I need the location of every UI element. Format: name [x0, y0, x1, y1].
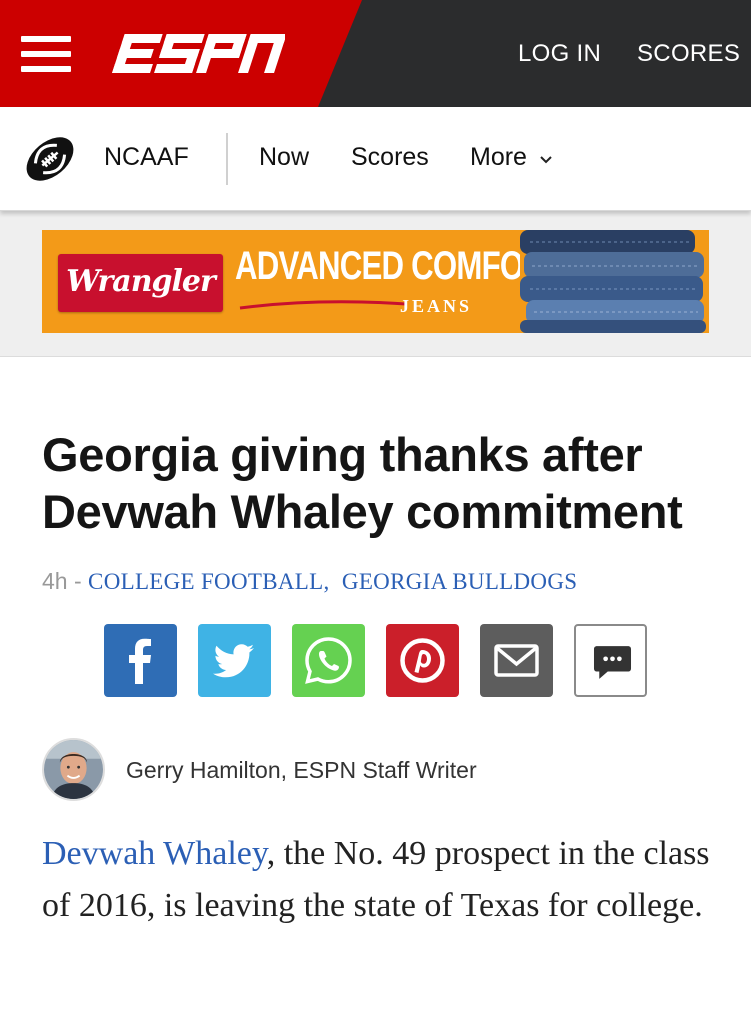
article-timestamp: 4h — [42, 568, 68, 594]
tag-college-football[interactable]: COLLEGE FOOTBALL, — [88, 569, 329, 594]
comment-icon — [593, 646, 632, 679]
jeans-stack-image — [520, 230, 709, 333]
email-share-button[interactable] — [480, 624, 553, 697]
facebook-icon — [129, 638, 151, 684]
wrangler-logo: Wrangler — [58, 254, 223, 312]
twitter-icon — [213, 644, 254, 678]
top-header: LOG IN SCORES — [0, 0, 751, 107]
subnav-now[interactable]: Now — [259, 143, 309, 172]
wrangler-ad-banner[interactable]: Wrangler ADVANCED COMFORT™ JEANS — [42, 230, 709, 333]
chevron-down-icon[interactable] — [539, 155, 553, 165]
login-link[interactable]: LOG IN — [518, 40, 601, 68]
twitter-share-button[interactable] — [198, 624, 271, 697]
sport-subnav: NCAAF Now Scores More — [0, 107, 751, 211]
meta-separator: - — [73, 568, 82, 594]
facebook-share-button[interactable] — [104, 624, 177, 697]
pinterest-share-button[interactable] — [386, 624, 459, 697]
hamburger-menu-icon[interactable] — [21, 36, 71, 72]
ad-subline: JEANS — [400, 296, 473, 316]
article-body: Devwah Whaley, the No. 49 prospect in th… — [42, 828, 722, 932]
football-icon[interactable] — [22, 131, 78, 187]
player-link[interactable]: Devwah Whaley — [42, 835, 267, 872]
scores-link[interactable]: SCORES — [637, 40, 740, 68]
subnav-more[interactable]: More — [470, 143, 527, 172]
subnav-ncaaf[interactable]: NCAAF — [104, 143, 189, 172]
ad-swoosh — [239, 300, 407, 310]
email-icon — [494, 644, 539, 677]
pinterest-icon — [400, 638, 445, 683]
espn-logo[interactable] — [110, 30, 285, 78]
subnav-scores[interactable]: Scores — [351, 143, 429, 172]
whatsapp-icon — [305, 637, 352, 684]
whatsapp-share-button[interactable] — [292, 624, 365, 697]
ad-area: Wrangler ADVANCED COMFORT™ JEANS — [0, 211, 751, 357]
subnav-divider — [226, 133, 228, 185]
article-headline: Georgia giving thanks after Devwah Whale… — [42, 428, 683, 538]
author-byline[interactable]: Gerry Hamilton, ESPN Staff Writer — [126, 757, 477, 784]
author-avatar[interactable] — [42, 738, 105, 801]
comments-button[interactable] — [574, 624, 647, 697]
tag-georgia-bulldogs[interactable]: GEORGIA BULLDOGS — [342, 569, 577, 594]
article-meta: 4h - COLLEGE FOOTBALL, GEORGIA BULLDOGS — [42, 568, 577, 595]
